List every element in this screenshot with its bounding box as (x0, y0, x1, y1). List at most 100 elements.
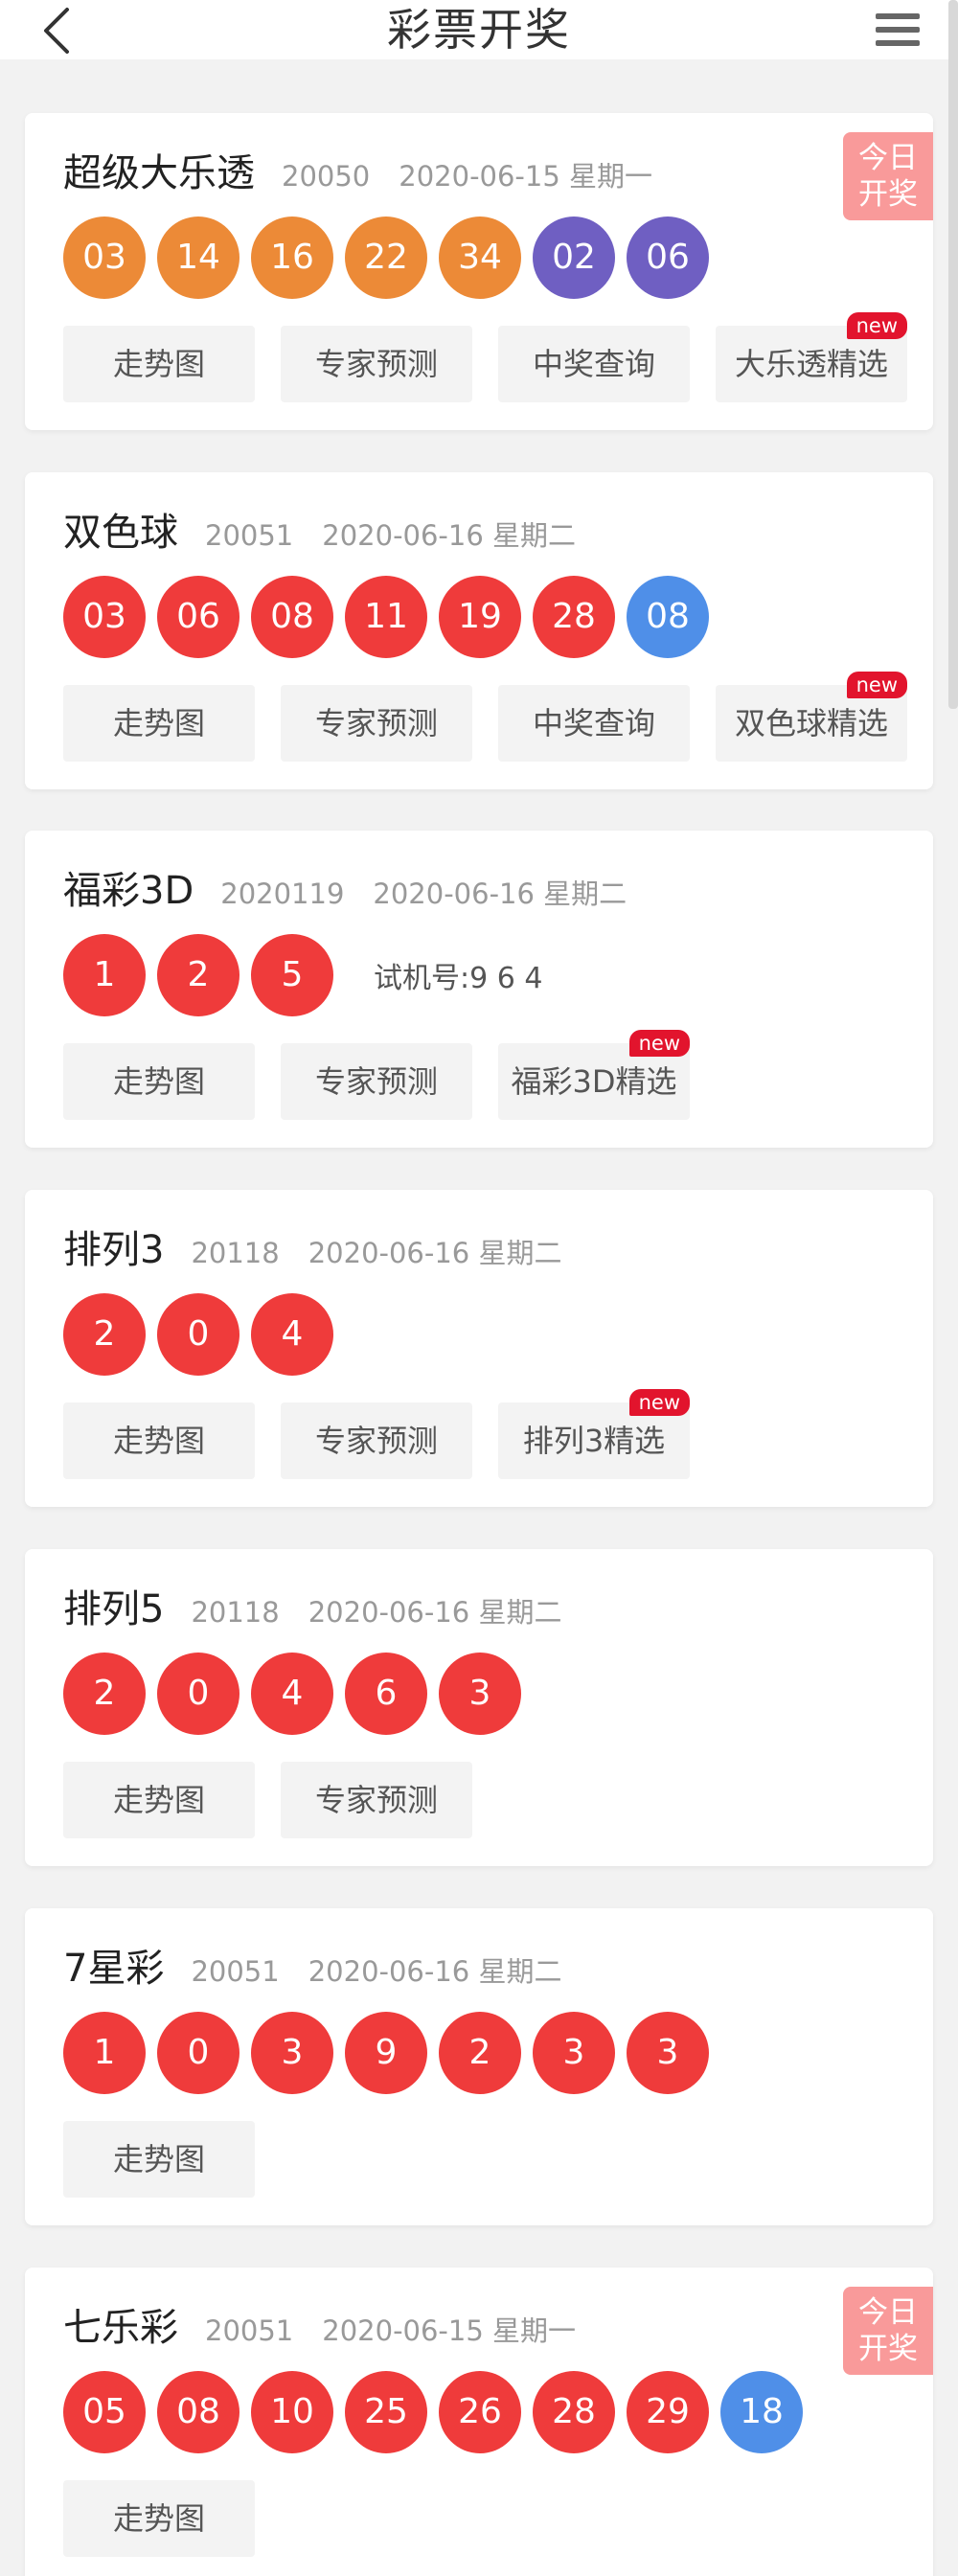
action-button[interactable]: 走势图 (63, 1762, 255, 1838)
action-button[interactable]: 专家预测 (281, 1402, 472, 1479)
number-ball: 06 (157, 576, 240, 658)
button-label: 走势图 (112, 2500, 205, 2537)
action-button[interactable]: 走势图 (63, 1043, 255, 1120)
draw-date: 2020-06-15 星期一 (322, 2314, 577, 2347)
action-button[interactable]: 专家预测 (281, 326, 472, 402)
today-draw-badge: 今日 开奖 (843, 2287, 933, 2375)
card-header: 七乐彩 20051 2020-06-15 星期一 (63, 2296, 576, 2350)
lottery-name: 排列5 (63, 1587, 165, 1631)
button-label: 双色球精选 (734, 705, 888, 741)
badge-line: 今日 (858, 141, 918, 175)
action-button[interactable]: 排列3精选 new (498, 1389, 690, 1479)
lottery-card[interactable]: 双色球 20051 2020-06-16 星期二 03 06 08 11 19 28 08 走势图专… (25, 472, 933, 789)
number-ball: 05 (63, 2371, 146, 2453)
action-button[interactable]: 大乐透精选 new (716, 312, 907, 402)
lottery-name: 7星彩 (63, 1947, 165, 1991)
lottery-card[interactable]: 七乐彩 20051 2020-06-15 星期一 今日 开奖 05 08 10 25 26 28 29… (25, 2268, 933, 2576)
scrollbar[interactable] (948, 0, 958, 709)
number-ball: 4 (251, 1293, 333, 1376)
button-label: 走势图 (112, 346, 205, 382)
draw-date: 2020-06-15 星期一 (399, 160, 653, 193)
today-draw-badge: 今日 开奖 (843, 132, 933, 220)
number-ball: 1 (63, 2012, 146, 2094)
lottery-card[interactable]: 福彩3D 2020119 2020-06-16 星期二 1 2 5 试机号:9 6 4 走势图… (25, 831, 933, 1148)
number-ball: 10 (251, 2371, 333, 2453)
action-button[interactable]: 专家预测 (281, 1043, 472, 1120)
action-button[interactable]: 双色球精选 new (716, 672, 907, 762)
action-button[interactable]: 走势图 (63, 685, 255, 762)
action-button[interactable]: 专家预测 (281, 1762, 472, 1838)
number-ball: 28 (533, 576, 615, 658)
lottery-card[interactable]: 7星彩 20051 2020-06-16 星期二 1 0 3 9 2 3 3 走势图 (25, 1908, 933, 2225)
action-button[interactable]: 走势图 (63, 2480, 255, 2557)
action-buttons: 走势图 (63, 2121, 281, 2198)
menu-icon[interactable] (876, 10, 920, 50)
issue-number: 20051 (191, 1955, 280, 1988)
badge-line: 开奖 (858, 2332, 918, 2366)
issue-number: 20051 (205, 519, 294, 552)
lottery-name: 七乐彩 (63, 2306, 178, 2350)
action-buttons: 走势图 专家预测 中奖查询 大乐透精选 new (63, 312, 933, 402)
number-ball: 0 (157, 1293, 240, 1376)
lottery-card[interactable]: 排列3 20118 2020-06-16 星期二 2 0 4 走势图 专家预测 排列3精选 new (25, 1190, 933, 1507)
action-buttons: 走势图 (63, 2480, 281, 2557)
lottery-name: 双色球 (63, 511, 178, 555)
button-label: 走势图 (112, 2141, 205, 2177)
number-ball: 0 (157, 1653, 240, 1735)
action-button[interactable]: 中奖查询 (498, 685, 690, 762)
number-ball: 2 (63, 1293, 146, 1376)
action-button[interactable]: 走势图 (63, 1402, 255, 1479)
lottery-name: 排列3 (63, 1228, 165, 1272)
button-label: 走势图 (112, 1782, 205, 1818)
draw-date: 2020-06-16 星期二 (322, 519, 577, 552)
button-label: 大乐透精选 (734, 346, 888, 382)
draw-date: 2020-06-16 星期二 (308, 1596, 562, 1629)
ball-row: 204 (63, 1293, 345, 1376)
button-label: 专家预测 (314, 1063, 438, 1100)
action-button[interactable]: 福彩3D精选 new (498, 1030, 690, 1120)
lottery-name: 超级大乐透 (63, 151, 255, 195)
button-label: 福彩3D精选 (511, 1063, 677, 1100)
number-ball: 3 (439, 1653, 521, 1735)
lottery-name: 福彩3D (63, 869, 194, 913)
number-ball: 4 (251, 1653, 333, 1735)
number-ball: 3 (251, 2012, 333, 2094)
number-ball: 29 (627, 2371, 709, 2453)
number-ball: 26 (439, 2371, 521, 2453)
card-header: 排列3 20118 2020-06-16 星期二 (63, 1219, 561, 1272)
number-ball: 34 (439, 217, 521, 299)
page-title: 彩票开奖 (387, 4, 571, 56)
number-ball: 16 (251, 217, 333, 299)
number-ball: 6 (345, 1653, 427, 1735)
button-label: 走势图 (112, 1423, 205, 1459)
button-label: 中奖查询 (532, 705, 655, 741)
number-ball: 08 (627, 576, 709, 658)
action-button[interactable]: 专家预测 (281, 685, 472, 762)
new-badge: new (846, 312, 907, 339)
issue-number: 20118 (191, 1237, 280, 1269)
number-ball: 11 (345, 576, 427, 658)
number-ball: 2 (63, 1653, 146, 1735)
number-ball: 14 (157, 217, 240, 299)
number-ball: 2 (439, 2012, 521, 2094)
card-header: 双色球 20051 2020-06-16 星期二 (63, 501, 576, 555)
action-button[interactable]: 走势图 (63, 2121, 255, 2198)
action-buttons: 走势图 专家预测 排列3精选 new (63, 1389, 716, 1479)
number-ball: 5 (251, 934, 333, 1016)
lottery-card[interactable]: 排列5 20118 2020-06-16 星期二 2 0 4 6 3 走势图 专家预测 (25, 1549, 933, 1866)
button-label: 走势图 (112, 1063, 205, 1100)
button-label: 排列3精选 (522, 1423, 666, 1459)
ball-row: 1 2 5 试机号:9 6 4 (63, 934, 542, 1016)
number-ball: 9 (345, 2012, 427, 2094)
new-badge: new (846, 672, 907, 698)
lottery-card[interactable]: 超级大乐透 20050 2020-06-15 星期一 今日 开奖 03 14 16 22 34 02… (25, 113, 933, 430)
number-ball: 3 (627, 2012, 709, 2094)
button-label: 专家预测 (314, 346, 438, 382)
button-label: 专家预测 (314, 1782, 438, 1818)
card-header: 排列5 20118 2020-06-16 星期二 (63, 1578, 561, 1631)
ball-row: 05 08 10 25 26 28 29 18 (63, 2371, 814, 2453)
action-button[interactable]: 走势图 (63, 326, 255, 402)
action-button[interactable]: 中奖查询 (498, 326, 690, 402)
number-ball: 06 (627, 217, 709, 299)
draw-date: 2020-06-16 星期二 (373, 878, 627, 910)
